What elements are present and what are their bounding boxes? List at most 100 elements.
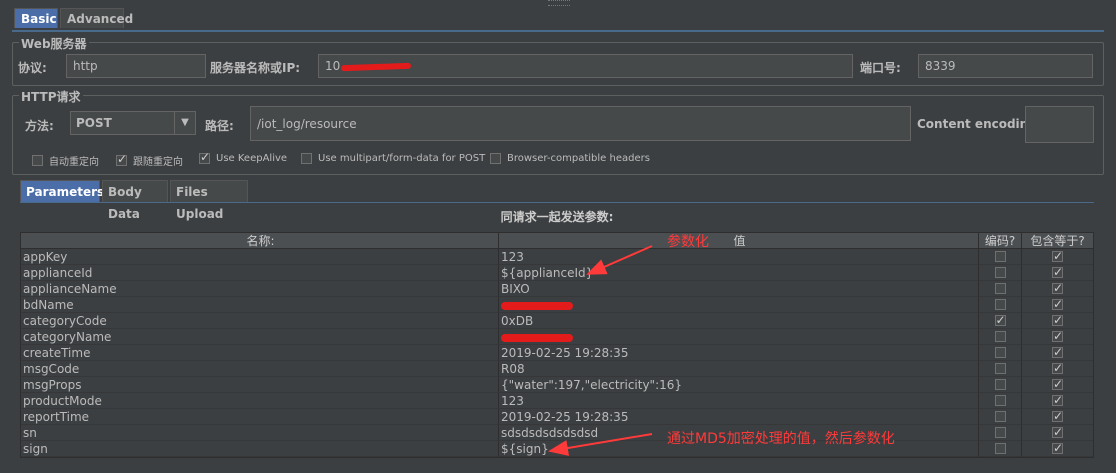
param-name[interactable]: msgCode bbox=[21, 361, 499, 377]
checkbox-checked-icon[interactable] bbox=[116, 152, 127, 166]
include-equals-cell[interactable] bbox=[1022, 297, 1093, 313]
checkbox-unchecked-icon[interactable] bbox=[994, 443, 1006, 454]
tab-files-upload[interactable]: Files Upload bbox=[170, 180, 248, 221]
tab-advanced[interactable]: Advanced bbox=[60, 8, 133, 28]
checkbox-unchecked-icon[interactable] bbox=[994, 395, 1006, 406]
param-value[interactable]: 2019-02-25 19:28:35 bbox=[499, 409, 979, 425]
option-checkbox-3[interactable]: Use multipart/form-data for POST bbox=[301, 153, 485, 164]
tab-parameters[interactable]: Parameters bbox=[20, 180, 104, 202]
checkbox-unchecked-icon[interactable] bbox=[32, 155, 43, 166]
header-value[interactable]: 值 bbox=[499, 233, 979, 249]
table-row[interactable]: categoryCode 0xDB bbox=[21, 313, 1093, 329]
param-name[interactable]: appKey bbox=[21, 249, 499, 265]
checkbox-checked-icon[interactable] bbox=[1052, 441, 1063, 456]
include-equals-cell[interactable] bbox=[1022, 281, 1093, 297]
checkbox-unchecked-icon[interactable] bbox=[994, 379, 1006, 390]
table-row[interactable]: sn sdsdsdsdsdsdsd bbox=[21, 425, 1093, 441]
checkbox-checked-icon[interactable] bbox=[1052, 265, 1063, 280]
checkbox-unchecked-icon[interactable] bbox=[994, 347, 1006, 358]
table-row[interactable]: categoryName bbox=[21, 329, 1093, 345]
port-input[interactable]: 8339 bbox=[918, 54, 1093, 78]
param-name[interactable]: sn bbox=[21, 425, 499, 441]
encode-cell[interactable] bbox=[979, 297, 1022, 313]
tab-basic[interactable]: Basic bbox=[14, 8, 58, 28]
encode-cell[interactable] bbox=[979, 409, 1022, 425]
param-value[interactable]: 123 bbox=[499, 249, 979, 265]
include-equals-cell[interactable] bbox=[1022, 249, 1093, 265]
encode-cell[interactable] bbox=[979, 329, 1022, 345]
param-value[interactable]: 0xDB bbox=[499, 313, 979, 329]
protocol-input[interactable]: http bbox=[66, 54, 206, 78]
table-row[interactable]: msgProps {"water":197,"electricity":16} bbox=[21, 377, 1093, 393]
server-input[interactable]: 10 bbox=[318, 54, 853, 78]
content-encoding-input[interactable] bbox=[1025, 106, 1094, 143]
checkbox-checked-icon[interactable] bbox=[1052, 409, 1063, 424]
include-equals-cell[interactable] bbox=[1022, 361, 1093, 377]
table-row[interactable]: productMode 123 bbox=[21, 393, 1093, 409]
encode-cell[interactable] bbox=[979, 441, 1022, 457]
encode-cell[interactable] bbox=[979, 361, 1022, 377]
encode-cell[interactable] bbox=[979, 393, 1022, 409]
table-row[interactable]: appKey 123 bbox=[21, 249, 1093, 265]
checkbox-checked-icon[interactable] bbox=[1052, 377, 1063, 392]
checkbox-checked-icon[interactable] bbox=[199, 150, 210, 164]
encode-cell[interactable] bbox=[979, 249, 1022, 265]
checkbox-unchecked-icon[interactable] bbox=[301, 153, 312, 164]
option-checkbox-4[interactable]: Browser-compatible headers bbox=[490, 153, 650, 164]
include-equals-cell[interactable] bbox=[1022, 441, 1093, 457]
tab-body-data[interactable]: Body Data bbox=[102, 180, 168, 221]
param-name[interactable]: productMode bbox=[21, 393, 499, 409]
param-name[interactable]: applianceName bbox=[21, 281, 499, 297]
param-name[interactable]: bdName bbox=[21, 297, 499, 313]
param-name[interactable]: msgProps bbox=[21, 377, 499, 393]
checkbox-checked-icon[interactable] bbox=[994, 313, 1006, 328]
table-row[interactable]: applianceId ${applianceId} bbox=[21, 265, 1093, 281]
checkbox-checked-icon[interactable] bbox=[1052, 313, 1063, 328]
include-equals-cell[interactable] bbox=[1022, 409, 1093, 425]
include-equals-cell[interactable] bbox=[1022, 393, 1093, 409]
checkbox-checked-icon[interactable] bbox=[1052, 345, 1063, 360]
param-value[interactable] bbox=[499, 329, 979, 345]
header-include-equals[interactable]: 包含等于? bbox=[1022, 233, 1093, 249]
param-name[interactable]: createTime bbox=[21, 345, 499, 361]
header-encode[interactable]: 编码? bbox=[979, 233, 1022, 249]
include-equals-cell[interactable] bbox=[1022, 377, 1093, 393]
param-value[interactable] bbox=[499, 297, 979, 313]
checkbox-checked-icon[interactable] bbox=[1052, 297, 1063, 312]
include-equals-cell[interactable] bbox=[1022, 425, 1093, 441]
checkbox-unchecked-icon[interactable] bbox=[994, 267, 1006, 278]
option-checkbox-1[interactable]: 跟随重定向 bbox=[116, 152, 183, 168]
param-value[interactable]: 123 bbox=[499, 393, 979, 409]
checkbox-unchecked-icon[interactable] bbox=[994, 411, 1006, 422]
param-name[interactable]: applianceId bbox=[21, 265, 499, 281]
include-equals-cell[interactable] bbox=[1022, 329, 1093, 345]
param-value[interactable]: ${applianceId} bbox=[499, 265, 979, 281]
table-row[interactable]: bdName bbox=[21, 297, 1093, 313]
checkbox-unchecked-icon[interactable] bbox=[994, 251, 1006, 262]
checkbox-checked-icon[interactable] bbox=[1052, 281, 1063, 296]
encode-cell[interactable] bbox=[979, 265, 1022, 281]
include-equals-cell[interactable] bbox=[1022, 265, 1093, 281]
param-name[interactable]: sign bbox=[21, 441, 499, 457]
param-name[interactable]: categoryCode bbox=[21, 313, 499, 329]
split-grip-icon[interactable] bbox=[548, 0, 570, 6]
checkbox-unchecked-icon[interactable] bbox=[994, 283, 1006, 294]
param-value[interactable]: R08 bbox=[499, 361, 979, 377]
table-row[interactable]: sign ${sign} bbox=[21, 441, 1093, 457]
checkbox-checked-icon[interactable] bbox=[1052, 393, 1063, 408]
checkbox-unchecked-icon[interactable] bbox=[490, 153, 501, 164]
param-name[interactable]: reportTime bbox=[21, 409, 499, 425]
checkbox-checked-icon[interactable] bbox=[1052, 329, 1063, 344]
encode-cell[interactable] bbox=[979, 313, 1022, 329]
param-value[interactable]: BIXO bbox=[499, 281, 979, 297]
param-value[interactable]: 2019-02-25 19:28:35 bbox=[499, 345, 979, 361]
include-equals-cell[interactable] bbox=[1022, 313, 1093, 329]
param-value[interactable]: {"water":197,"electricity":16} bbox=[499, 377, 979, 393]
encode-cell[interactable] bbox=[979, 281, 1022, 297]
checkbox-unchecked-icon[interactable] bbox=[994, 331, 1006, 342]
encode-cell[interactable] bbox=[979, 345, 1022, 361]
table-row[interactable]: msgCode R08 bbox=[21, 361, 1093, 377]
method-select[interactable]: POST ▼ bbox=[70, 111, 196, 135]
table-row[interactable]: reportTime 2019-02-25 19:28:35 bbox=[21, 409, 1093, 425]
path-input[interactable]: /iot_log/resource bbox=[250, 106, 911, 141]
